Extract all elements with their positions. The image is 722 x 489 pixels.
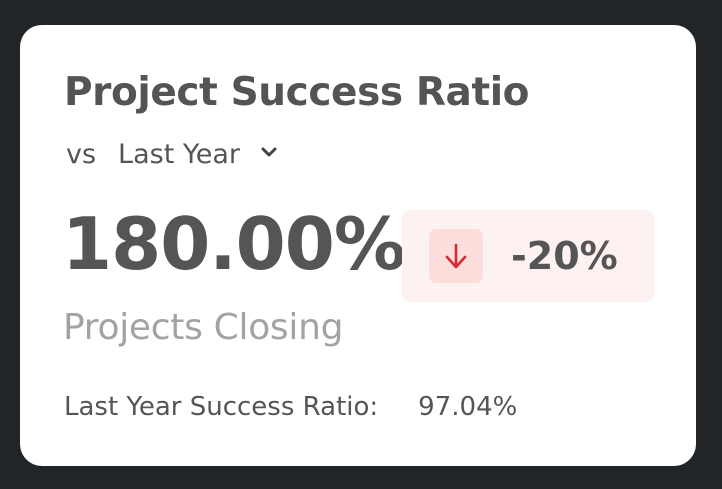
comparison-period-value: Last Year [118, 139, 241, 170]
chevron-down-icon [260, 146, 278, 158]
comparison-prefix: vs [66, 139, 97, 170]
card-title: Project Success Ratio [64, 70, 530, 115]
arrow-down-icon [429, 229, 483, 283]
main-metric-value: 180.00% [62, 202, 406, 286]
comparison-row: vs Last Year [66, 139, 278, 170]
last-year-ratio-row: Last Year Success Ratio: 97.04% [64, 392, 517, 422]
metric-subtitle: Projects Closing [63, 307, 344, 348]
last-year-ratio-label: Last Year Success Ratio: [64, 392, 379, 422]
change-badge: -20% [402, 210, 654, 302]
success-ratio-card: Project Success Ratio vs Last Year 180.0… [20, 25, 696, 466]
last-year-ratio-value: 97.04% [418, 392, 518, 422]
comparison-period-dropdown[interactable]: Last Year [118, 139, 278, 170]
change-value: -20% [511, 234, 618, 278]
